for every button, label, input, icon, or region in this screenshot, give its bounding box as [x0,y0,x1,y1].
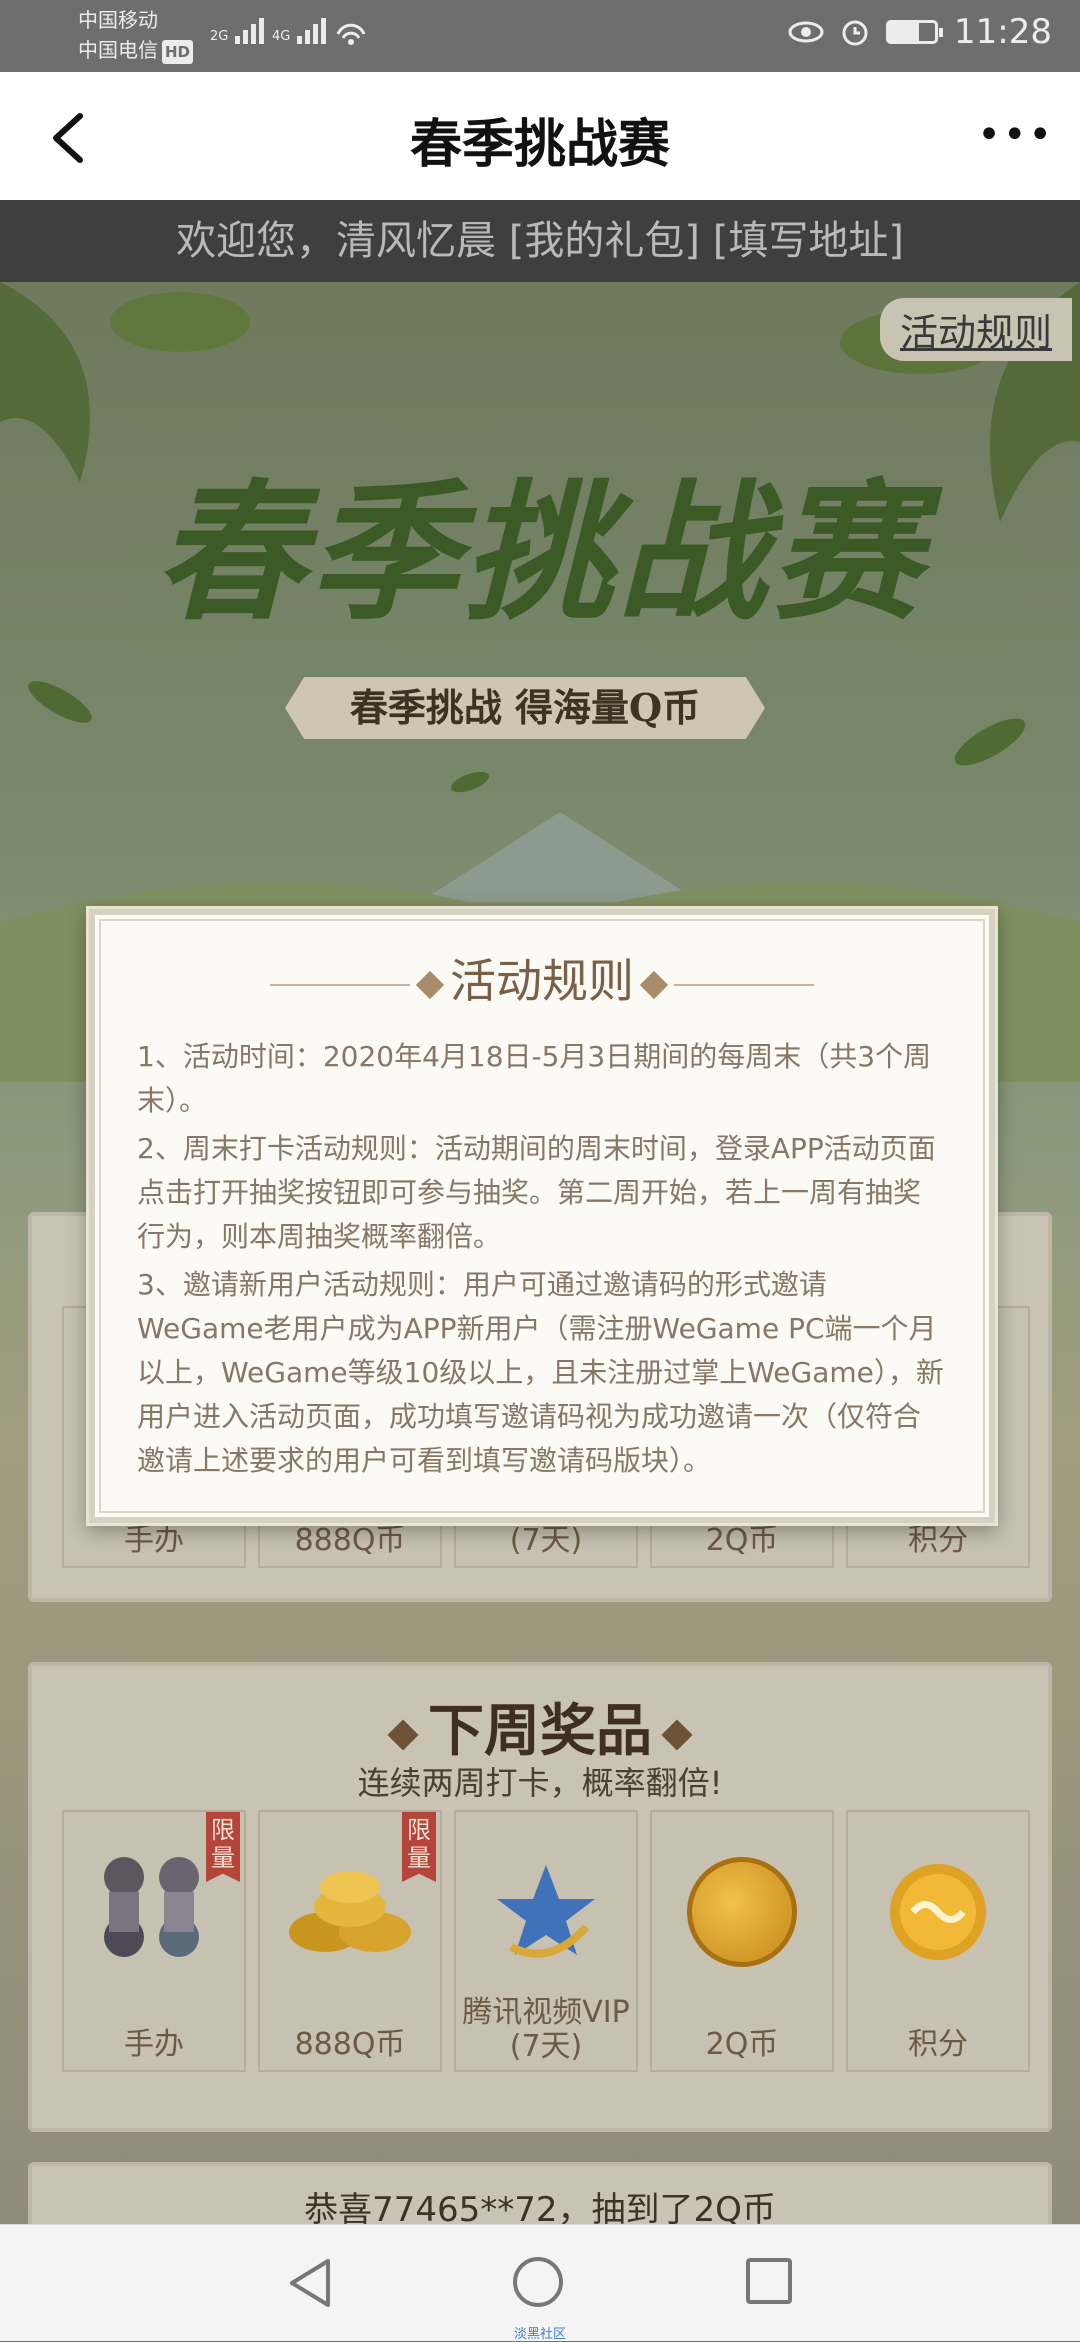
points-coin-icon [848,1832,1028,1992]
wifi-icon [334,20,368,54]
diamond-icon [387,1719,419,1751]
hero-title: 春季挑战赛 [154,465,925,641]
prize-888-qcoin[interactable]: 限量 888Q币 [258,1810,442,2072]
rule-item: 2、周末打卡活动规则：活动期间的周末时间，登录APP活动页面点击打开抽奖按钮即可… [137,1132,936,1253]
page-title: 春季挑战赛 [409,115,670,175]
winner-ticker-text: 恭喜77465**72，抽到了2Q币 [304,2190,776,2224]
signal-4g-icon: 4G [272,18,331,44]
signal-2g-icon: 2G [210,18,269,44]
figure-image [64,1832,244,1992]
alarm-icon [842,20,868,46]
welcome-text: 欢迎您，清风忆晨 [176,218,509,264]
rules-modal: 活动规则 1、活动时间：2020年4月18日-5月3日期间的每周末（共3个周末）… [86,906,998,1526]
winners-ticker-card: 恭喜77465**72，抽到了2Q币 [28,2162,1052,2224]
system-nav-bar: 淡黑社区 [0,2224,1080,2342]
divider [674,983,814,986]
carrier-2: 中国电信 HD [78,38,194,64]
coin-icon [652,1832,832,1992]
rule-item: 1、活动时间：2020年4月18日-5月3日期间的每周末（共3个周末）。 [137,1040,932,1117]
rules-list: 1、活动时间：2020年4月18日-5月3日期间的每周末（共3个周末）。 2、周… [137,1035,947,1487]
back-nav-button[interactable] [284,2255,334,2311]
prize-video-vip[interactable]: 腾讯视频VIP (7天) [454,1810,638,2072]
modal-title: 活动规则 [89,945,995,1011]
status-bar: 中国移动 中国电信 HD 2G 4G 11:28 [0,0,1080,72]
diamond-icon [415,970,445,999]
divider [270,983,410,986]
next-week-subtitle: 连续两周打卡，概率翻倍! [357,1764,723,1802]
hero-subtitle: 春季挑战 得海量Q币 [285,677,765,739]
triangle-back-icon [290,2259,330,2307]
carrier-1: 中国移动 [78,8,158,32]
battery-icon [886,20,944,44]
prize-points[interactable]: 积分 [846,1810,1030,2072]
eye-icon [788,21,824,43]
diamond-icon [661,1719,693,1751]
welcome-bar: 欢迎您，清风忆晨 [我的礼包] [填写地址] [0,200,1080,282]
my-gift-link[interactable]: [我的礼包] [509,218,700,264]
next-week-prize-list: 限量 手办 限量 888Q币 腾讯视频VIP (7天) 2Q币 积分 [62,1810,1030,2072]
hd-badge: HD [162,40,194,64]
rule-item: 3、邀请新用户活动规则：用户可通过邀请码的形式邀请WeGame老用户成为APP新… [137,1268,944,1477]
nav-bar: 春季挑战赛 ••• [0,72,1080,201]
home-nav-button[interactable] [513,2257,563,2307]
fill-address-link[interactable]: [填写地址] [700,218,904,264]
coin-pile-icon [260,1832,440,1992]
diamond-icon [639,970,669,999]
rules-link[interactable]: 活动规则 [879,298,1072,361]
recent-apps-button[interactable] [746,2258,792,2304]
next-week-prizes-card: 下周奖品 连续两周打卡，概率翻倍! 限量 手办 限量 888Q币 腾讯视频VIP… [28,1662,1052,2132]
star-icon [456,1832,636,1992]
next-week-title: 下周奖品 [32,1686,1048,1767]
more-options-button[interactable]: ••• [977,112,1054,158]
prize-2-qcoin[interactable]: 2Q币 [650,1810,834,2072]
status-right: 11:28 [788,12,1052,52]
bottom-label: 淡黑社区 [513,2327,566,2342]
clock: 11:28 [954,12,1052,52]
prize-figure[interactable]: 限量 手办 [62,1810,246,2072]
